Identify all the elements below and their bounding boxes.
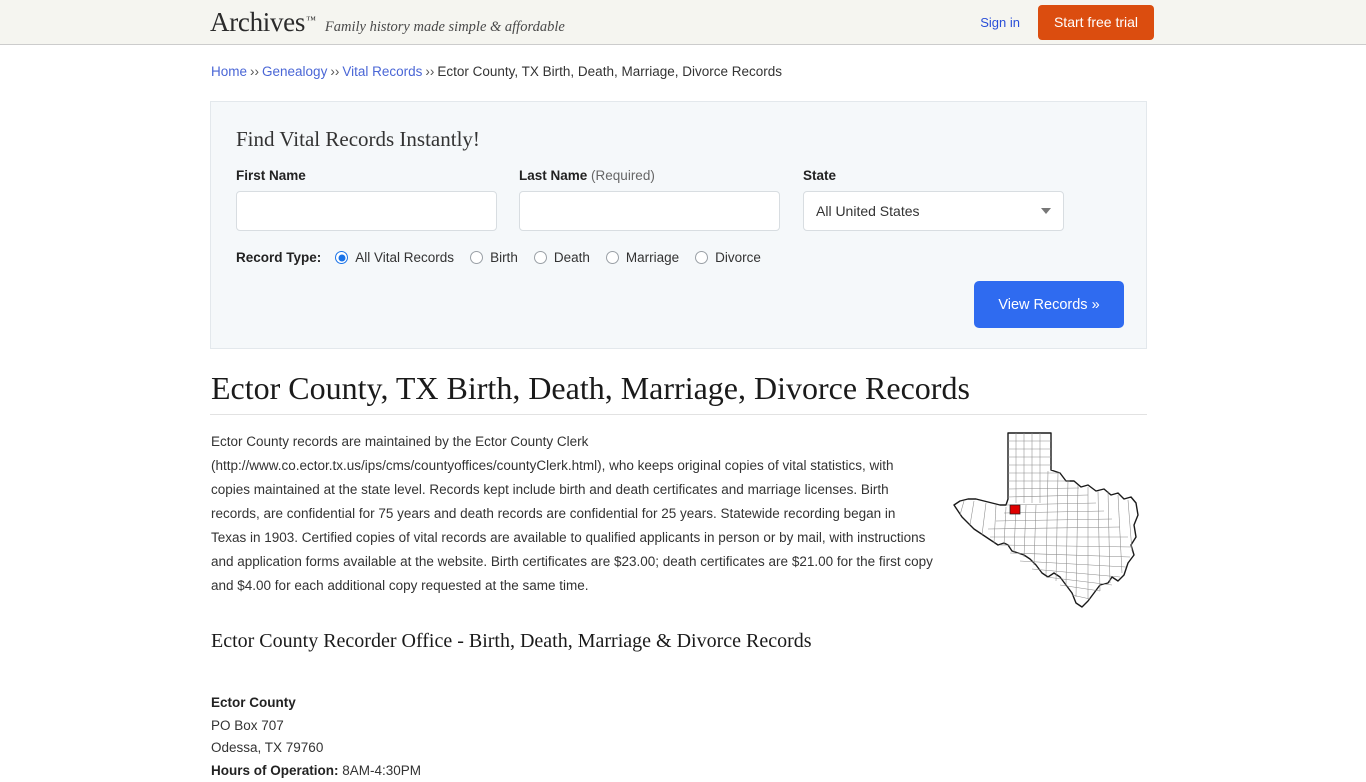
recorder-office-subtitle: Ector County Recorder Office - Birth, De… xyxy=(211,630,812,653)
radio-label-all-vital-records: All Vital Records xyxy=(355,250,454,265)
address-line-2: Odessa, TX 79760 xyxy=(211,737,421,760)
search-panel-title: Find Vital Records Instantly! xyxy=(236,127,480,152)
breadcrumb-separator: ›› xyxy=(330,64,339,79)
hours-label: Hours of Operation: xyxy=(211,763,339,778)
page-title: Ector County, TX Birth, Death, Marriage,… xyxy=(211,370,970,407)
texas-county-map xyxy=(948,425,1148,625)
hours-value: 8AM-4:30PM xyxy=(342,763,421,778)
title-divider xyxy=(210,414,1147,415)
state-select-value: All United States xyxy=(816,203,920,219)
breadcrumb-item-current: Ector County, TX Birth, Death, Marriage,… xyxy=(437,64,782,79)
radio-divorce[interactable]: Divorce xyxy=(695,250,761,265)
trademark-symbol: ™ xyxy=(306,15,316,26)
vital-records-search-panel: Find Vital Records Instantly! First Name… xyxy=(210,101,1147,349)
state-select-wrapper: All United States xyxy=(803,191,1064,231)
header-actions: Sign in Start free trial xyxy=(980,0,1154,45)
address-county-name: Ector County xyxy=(211,692,421,715)
first-name-input[interactable] xyxy=(236,191,497,231)
start-free-trial-button[interactable]: Start free trial xyxy=(1038,5,1154,40)
radio-birth[interactable]: Birth xyxy=(470,250,518,265)
site-header: Archives™ Family history made simple & a… xyxy=(0,0,1366,45)
chevron-down-icon xyxy=(1041,208,1051,214)
first-name-label: First Name xyxy=(236,168,306,183)
radio-label-marriage: Marriage xyxy=(626,250,679,265)
sign-in-link[interactable]: Sign in xyxy=(980,15,1020,30)
radio-icon[interactable] xyxy=(606,251,619,264)
breadcrumb-item-vital-records[interactable]: Vital Records xyxy=(342,64,422,79)
last-name-input[interactable] xyxy=(519,191,780,231)
view-records-button[interactable]: View Records » xyxy=(974,281,1124,328)
address-line-1: PO Box 707 xyxy=(211,715,421,738)
radio-label-divorce: Divorce xyxy=(715,250,761,265)
brand-name: Archives xyxy=(210,9,305,36)
radio-marriage[interactable]: Marriage xyxy=(606,250,679,265)
radio-all-vital-records[interactable]: All Vital Records xyxy=(335,250,454,265)
radio-death[interactable]: Death xyxy=(534,250,590,265)
state-select[interactable]: All United States xyxy=(803,191,1064,231)
record-type-row: Record Type: All Vital Records Birth Dea… xyxy=(236,250,777,265)
last-name-label: Last Name (Required) xyxy=(519,168,655,183)
radio-label-death: Death xyxy=(554,250,590,265)
radio-icon[interactable] xyxy=(470,251,483,264)
county-description: Ector County records are maintained by t… xyxy=(211,430,933,598)
site-logo[interactable]: Archives™ Family history made simple & a… xyxy=(210,9,565,36)
breadcrumb: Home››Genealogy››Vital Records››Ector Co… xyxy=(211,64,782,79)
record-type-label: Record Type: xyxy=(236,250,321,265)
radio-label-birth: Birth xyxy=(490,250,518,265)
radio-icon-selected[interactable] xyxy=(335,251,348,264)
last-name-required-note: (Required) xyxy=(591,168,655,183)
breadcrumb-item-genealogy[interactable]: Genealogy xyxy=(262,64,327,79)
highlighted-county-marker xyxy=(1010,505,1020,514)
recorder-office-address: Ector County PO Box 707 Odessa, TX 79760… xyxy=(211,692,421,782)
breadcrumb-item-home[interactable]: Home xyxy=(211,64,247,79)
brand-tagline: Family history made simple & affordable xyxy=(325,19,565,36)
hours-of-operation: Hours of Operation: 8AM-4:30PM xyxy=(211,760,421,782)
breadcrumb-separator: ›› xyxy=(425,64,434,79)
breadcrumb-separator: ›› xyxy=(250,64,259,79)
radio-icon[interactable] xyxy=(695,251,708,264)
radio-icon[interactable] xyxy=(534,251,547,264)
state-label: State xyxy=(803,168,836,183)
